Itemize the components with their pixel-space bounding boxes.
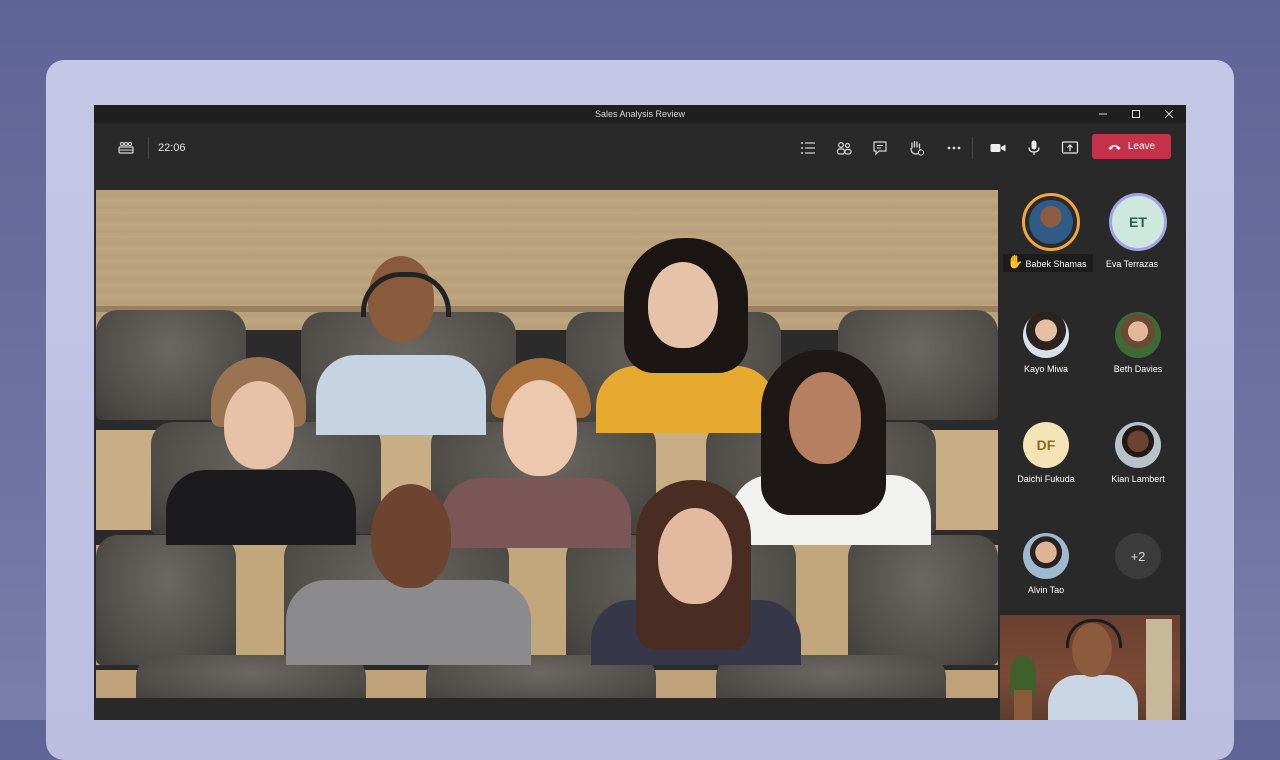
participant-name: Daichi Fukuda [1017, 474, 1075, 484]
meeting-timer: 22:06 [158, 142, 186, 154]
microphone-icon[interactable] [1020, 123, 1048, 173]
auditorium-seat [96, 535, 236, 665]
together-mode-icon[interactable] [112, 123, 140, 173]
avatar [1115, 312, 1161, 358]
teams-meeting-window: Sales Analysis Review 22:06 Leave ✋ Babe… [94, 105, 1186, 720]
participant-name: Kayo Miwa [1023, 364, 1068, 374]
avatar [1022, 193, 1080, 251]
meeting-toolbar: 22:06 Leave [94, 123, 1186, 173]
participant-tile[interactable]: ET Eva Terrazas [1093, 193, 1183, 296]
avatar: ET [1109, 193, 1167, 251]
participant-figure [286, 480, 531, 665]
self-view-video [1000, 615, 1180, 720]
participant-tile[interactable]: Kian Lambert [1093, 422, 1183, 522]
people-icon[interactable] [830, 123, 858, 173]
hang-up-icon [1108, 144, 1121, 150]
avatar: DF [1023, 422, 1069, 468]
participant-tile[interactable]: Beth Davies [1093, 312, 1183, 412]
toolbar-divider [148, 137, 149, 159]
leave-button[interactable]: Leave [1092, 134, 1171, 159]
leave-label: Leave [1127, 141, 1156, 152]
participant-tile[interactable]: DF Daichi Fukuda [1001, 422, 1091, 522]
self-view-body [1048, 675, 1138, 720]
minimize-icon[interactable] [1086, 105, 1120, 123]
participant-name: Kian Lambert [1111, 474, 1165, 484]
participant-figure [591, 480, 801, 665]
bookshelf [1146, 619, 1172, 720]
participant-name: Beth Davies [1113, 364, 1163, 374]
camera-icon[interactable] [984, 123, 1012, 173]
maximize-icon[interactable] [1119, 105, 1153, 123]
chat-icon[interactable] [866, 123, 894, 173]
overflow-count: +2 [1115, 533, 1161, 579]
avatar [1023, 533, 1069, 579]
participant-name: Alvin Tao [1027, 585, 1065, 595]
participant-tile[interactable]: ✋ Babek Shamas [1003, 193, 1093, 296]
auditorium-seat [848, 535, 998, 665]
more-icon[interactable] [940, 123, 968, 173]
share-screen-icon[interactable] [1056, 123, 1084, 173]
participant-gallery: ✋ Babek Shamas ET Eva Terrazas Kayo Miwa… [999, 190, 1186, 620]
participant-name: Eva Terrazas [1105, 259, 1159, 269]
toolbar-divider [972, 137, 973, 159]
participants-list-icon[interactable] [794, 123, 822, 173]
headset [1066, 619, 1122, 648]
close-icon[interactable] [1152, 105, 1186, 123]
plant-pot [1014, 690, 1032, 720]
plant [1010, 655, 1036, 695]
together-mode-stage [96, 190, 998, 698]
raise-hand-icon[interactable] [902, 123, 930, 173]
avatar [1115, 422, 1161, 468]
title-bar: Sales Analysis Review [94, 105, 1186, 123]
participant-tile[interactable]: Kayo Miwa [1001, 312, 1091, 412]
window-title: Sales Analysis Review [594, 109, 686, 119]
avatar [1023, 312, 1069, 358]
